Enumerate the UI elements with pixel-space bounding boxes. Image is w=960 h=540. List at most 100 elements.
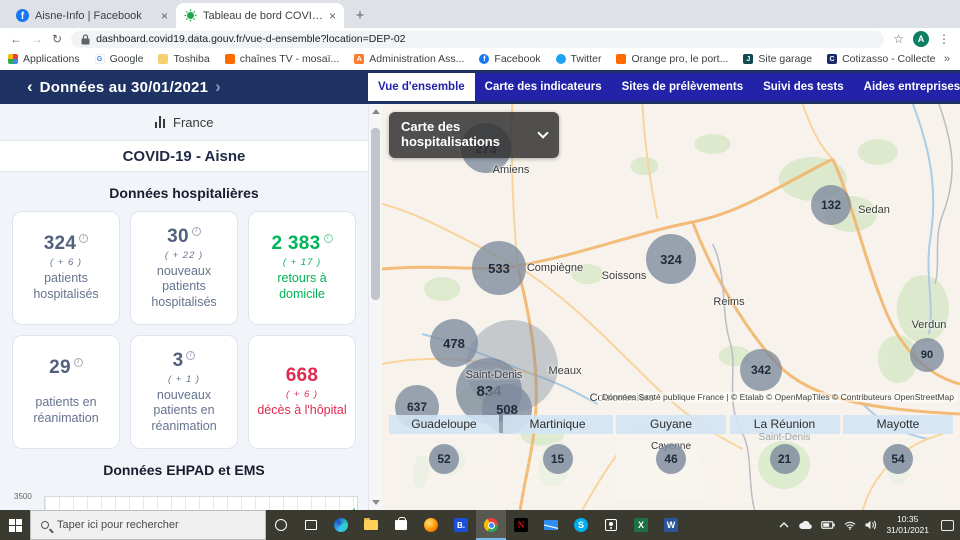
bookmark-item[interactable]: Applications: [8, 53, 80, 65]
map-attribution: Données Santé publique France | © Etalab…: [599, 392, 957, 402]
sidebar-scrollbar[interactable]: [368, 104, 382, 510]
browser-tab[interactable]: f Aisne-Info | Facebook ×: [8, 3, 176, 28]
search-placeholder: Taper ici pour rechercher: [57, 519, 179, 531]
tab-close-icon[interactable]: ×: [329, 9, 336, 23]
back-icon[interactable]: ←: [10, 33, 22, 45]
volume-icon[interactable]: [865, 520, 877, 530]
bookmark-label: Cotizasso - Collecte...: [842, 53, 936, 65]
ms-store-icon[interactable]: [386, 510, 416, 540]
excel-icon[interactable]: X: [626, 510, 656, 540]
bookmark-label: Toshiba: [173, 53, 210, 65]
nav-tab[interactable]: Suivi des tests: [753, 73, 854, 101]
bookmark-item[interactable]: C Cotizasso - Collecte...: [827, 53, 936, 65]
facebook-icon: f: [479, 54, 490, 64]
bookmark-label: Facebook: [494, 53, 541, 65]
tab-close-icon[interactable]: ×: [161, 9, 168, 23]
forward-icon[interactable]: →: [31, 33, 43, 45]
hospitalisations-map[interactable]: 27353332413247883434290637508 Amiens Com…: [382, 104, 960, 510]
cortana-icon[interactable]: [266, 510, 296, 540]
browser-menu-icon[interactable]: ⋮: [938, 33, 950, 45]
inset-bubble: 21: [769, 444, 800, 475]
bar-chart-icon: [154, 116, 166, 128]
reload-icon[interactable]: ↻: [52, 33, 62, 45]
windows-taskbar: Taper ici pour rechercher B. N S X W 10:…: [0, 510, 960, 540]
bookmark-item[interactable]: A Administration Ass...: [354, 53, 464, 65]
tray-chevron-icon[interactable]: [779, 522, 789, 528]
people-icon[interactable]: [596, 510, 626, 540]
inset-map[interactable]: Mayotte 54: [843, 415, 953, 500]
task-view-icon[interactable]: [296, 510, 326, 540]
netflix-icon[interactable]: N: [506, 510, 536, 540]
stat-label: patients hospitalisés: [33, 271, 99, 301]
nav-tab[interactable]: Sites de prélèvements: [612, 73, 753, 101]
scroll-down-icon[interactable]: [372, 500, 380, 505]
date-label: Données au 30/01/2021: [39, 78, 209, 96]
chrome-icon[interactable]: [476, 510, 506, 540]
address-bar[interactable]: dashboard.covid19.data.gouv.fr/vue-d-ens…: [71, 30, 885, 48]
notification-center-icon[interactable]: [941, 519, 954, 531]
inset-title: Guyane: [616, 415, 726, 434]
info-icon[interactable]: i: [79, 234, 89, 244]
info-icon[interactable]: i: [323, 234, 333, 244]
scrollbar-thumb[interactable]: [371, 128, 380, 300]
stat-card: 30 i ( + 22 ) nouveaux patients hospitali…: [130, 211, 238, 325]
battery-icon[interactable]: [821, 521, 836, 529]
lock-icon: [81, 33, 90, 44]
nav-tab[interactable]: Vue d'ensemble: [368, 73, 475, 101]
inset-map[interactable]: Martinique 15: [502, 415, 613, 500]
next-day-button[interactable]: ›: [208, 77, 228, 97]
inset-map[interactable]: Guyane Cayenne 46: [616, 415, 726, 500]
bookmarks-overflow-icon[interactable]: »: [936, 53, 950, 65]
country-label: France: [173, 114, 214, 130]
inset-bubble: 15: [542, 444, 573, 475]
country-selector[interactable]: France: [0, 104, 368, 140]
url-text: dashboard.covid19.data.gouv.fr/vue-d-ens…: [96, 33, 406, 45]
bookmark-star-icon[interactable]: ☆: [893, 33, 904, 45]
bookmark-item[interactable]: Orange pro, le port...: [616, 53, 728, 65]
google-icon: G: [94, 54, 105, 64]
section-hospital-title: Données hospitalières: [109, 185, 259, 201]
wifi-icon[interactable]: [844, 521, 856, 530]
skype-icon[interactable]: S: [566, 510, 596, 540]
bookmark-label: chaînes TV - mosaï...: [239, 53, 340, 65]
bing-icon[interactable]: B.: [446, 510, 476, 540]
stat-card: 2 383 i ( + 17 ) retours à domicile: [248, 211, 356, 325]
stat-label: retours à domicile: [277, 271, 327, 301]
profile-avatar[interactable]: A: [913, 31, 929, 47]
section-ehpad-title: Données EHPAD et EMS: [103, 462, 265, 478]
info-icon[interactable]: i: [186, 350, 196, 360]
bookmark-item[interactable]: Twitter: [555, 53, 601, 65]
map-layer-dropdown[interactable]: Carte des hospitalisations: [389, 112, 559, 158]
scroll-up-icon[interactable]: [372, 109, 380, 114]
bookmark-label: Google: [109, 53, 144, 65]
stat-delta: ( + 17 ): [282, 257, 322, 269]
info-icon[interactable]: i: [191, 226, 201, 236]
bookmark-item[interactable]: J Site garage: [743, 53, 812, 65]
stat-delta: ( + 1 ): [167, 373, 201, 385]
cotizasso-icon: C: [827, 54, 838, 64]
onedrive-cloud-icon[interactable]: [798, 520, 813, 530]
start-button[interactable]: [0, 510, 30, 540]
bookmark-item[interactable]: chaînes TV - mosaï...: [224, 53, 340, 65]
bookmark-item[interactable]: f Facebook: [479, 53, 541, 65]
previous-day-button[interactable]: ‹: [20, 77, 40, 97]
bookmark-item[interactable]: Toshiba: [158, 53, 210, 65]
inset-map[interactable]: Guadeloupe 52: [389, 415, 499, 500]
bookmark-label: Orange pro, le port...: [631, 53, 729, 65]
mail-icon[interactable]: [536, 510, 566, 540]
nav-tab[interactable]: Aides entreprises: [854, 73, 960, 101]
inset-bubble: 46: [656, 444, 686, 475]
inset-map[interactable]: La Réunion Saint-Denis 21: [729, 415, 840, 500]
bookmark-item[interactable]: G Google: [94, 53, 144, 65]
apps-grid-icon: [8, 54, 18, 64]
nav-tab[interactable]: Carte des indicateurs: [475, 73, 612, 101]
word-icon[interactable]: W: [656, 510, 686, 540]
info-icon[interactable]: i: [73, 358, 83, 368]
new-tab-button[interactable]: +: [348, 3, 372, 27]
edge-icon[interactable]: [326, 510, 356, 540]
file-explorer-icon[interactable]: [356, 510, 386, 540]
taskbar-search-input[interactable]: Taper ici pour rechercher: [30, 510, 266, 540]
firefox-icon[interactable]: [416, 510, 446, 540]
taskbar-clock[interactable]: 10:35 31/01/2021: [886, 514, 929, 535]
browser-tab[interactable]: Tableau de bord COVID-19 Suivi ×: [176, 3, 344, 28]
